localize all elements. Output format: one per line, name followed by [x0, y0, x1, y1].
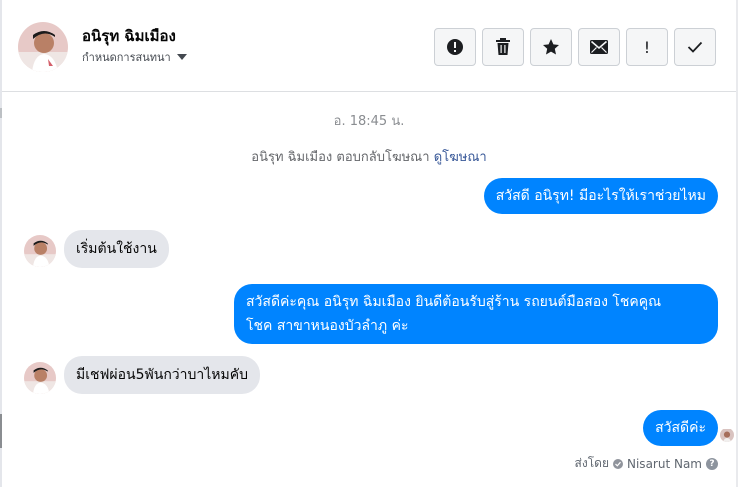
scroll-handle[interactable]	[0, 414, 2, 448]
message-text-line: สวัสดีค่ะคุณ อนิรุท ฉิมเมือง ยินดีต้อนรั…	[246, 294, 662, 310]
message-bubble-outgoing[interactable]: สวัสดี อนิรุท! มีอะไรให้เราช่วยไหม	[483, 178, 718, 214]
envelope-icon	[590, 40, 608, 54]
ad-reply-note: อนิรุท ฉิมเมือง ตอบกลับโฆษณา ดูโฆษณา	[0, 146, 738, 167]
sent-by-name: Nisarut Nam	[627, 456, 702, 471]
person-avatar-icon	[18, 22, 68, 72]
view-ad-link[interactable]: ดูโฆษณา	[434, 150, 487, 165]
message-bubble-outgoing[interactable]: สวัสดีค่ะคุณ อนิรุท ฉิมเมือง ยินดีต้อนรั…	[234, 284, 718, 344]
help-icon[interactable]: ?	[706, 457, 718, 470]
assign-label: กำหนดการสนทนา	[82, 51, 171, 64]
assign-conversation-dropdown[interactable]: กำหนดการสนทนา	[82, 48, 187, 66]
contact-name: อนิรุท ฉิมเมือง	[82, 27, 176, 45]
person-avatar-icon	[24, 362, 56, 394]
message-text-line: โชค สาขาหนองบัวลำภู ค่ะ	[246, 318, 409, 334]
exclamation-circle-icon	[447, 39, 463, 55]
person-avatar-icon	[720, 429, 734, 442]
mark-spam-button[interactable]	[434, 28, 476, 66]
message-bubble-outgoing[interactable]: สวัสดีค่ะ	[643, 410, 718, 446]
message-timestamp: อ. 18:45 น.	[333, 114, 405, 129]
contact-avatar-small[interactable]	[24, 235, 56, 267]
message-bubble-incoming[interactable]: เริ่มต้นใช้งาน	[64, 230, 169, 268]
mark-unread-button[interactable]	[578, 28, 620, 66]
conversation-actions: !	[434, 28, 716, 66]
exclamation-icon: !	[643, 37, 651, 57]
contact-avatar[interactable]	[18, 22, 68, 72]
message-text: สวัสดี อนิรุท! มีอะไรให้เราช่วยไหม	[495, 188, 706, 204]
ad-reply-text: อนิรุท ฉิมเมือง ตอบกลับโฆษณา	[251, 150, 430, 165]
mark-done-button[interactable]	[674, 28, 716, 66]
contact-avatar-small[interactable]	[24, 362, 56, 394]
message-bubble-incoming[interactable]: มีเชฟผ่อน5พันกว่าบาไหมคับ	[64, 356, 261, 394]
check-circle-icon	[613, 458, 623, 469]
star-icon	[543, 39, 559, 55]
sent-by-label: ส่งโดย	[574, 456, 609, 470]
trash-icon	[496, 38, 510, 55]
checkmark-icon	[687, 41, 703, 53]
delete-button[interactable]	[482, 28, 524, 66]
message-text: สวัสดีค่ะ	[655, 420, 706, 436]
sent-by-info: ส่งโดย Nisarut Nam ?	[575, 454, 718, 473]
star-button[interactable]	[530, 28, 572, 66]
caret-down-icon	[176, 54, 187, 60]
seen-indicator-avatar	[720, 428, 734, 442]
conversation-header: อนิรุท ฉิมเมือง กำหนดการสนทนา !	[2, 0, 736, 92]
follow-up-button[interactable]: !	[626, 28, 668, 66]
person-avatar-icon	[24, 235, 56, 267]
message-text: มีเชฟผ่อน5พันกว่าบาไหมคับ	[76, 367, 249, 383]
message-text: เริ่มต้นใช้งาน	[76, 241, 157, 257]
